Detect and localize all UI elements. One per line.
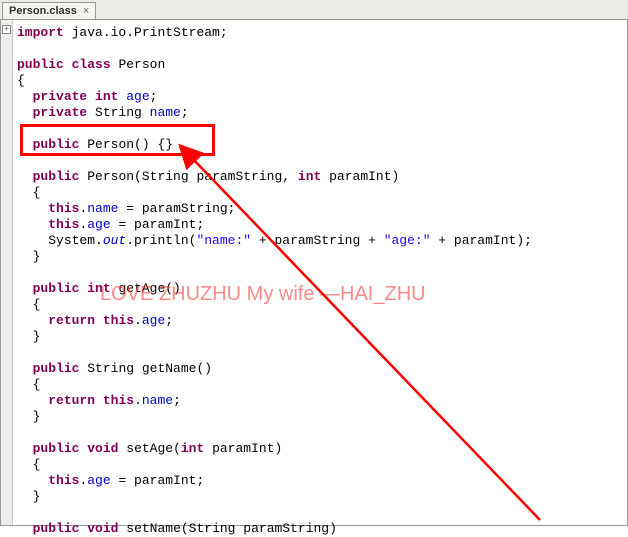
tab-label: Person.class [9, 5, 77, 17]
t: int [95, 89, 118, 104]
t: public [33, 169, 80, 184]
t: this [103, 393, 134, 408]
t: { [33, 377, 41, 392]
t: String [95, 105, 142, 120]
t: Person(String [87, 169, 188, 184]
t: int [298, 169, 321, 184]
t: .println( [126, 233, 196, 248]
t: out [103, 233, 126, 248]
t: return [48, 393, 95, 408]
t: } [33, 489, 41, 504]
t: + paramString + [251, 233, 384, 248]
t: private [33, 105, 88, 120]
t: import [17, 25, 64, 40]
t: + paramInt); [431, 233, 532, 248]
t: paramInt) [329, 169, 399, 184]
t: age [87, 217, 110, 232]
t: { [33, 457, 41, 472]
fold-icon[interactable]: + [2, 25, 11, 34]
t: this [48, 201, 79, 216]
t: public [33, 361, 80, 376]
t: age [142, 313, 165, 328]
t: name [150, 105, 181, 120]
t: { [17, 73, 25, 88]
t: System. [48, 233, 103, 248]
t: getAge() [118, 281, 180, 296]
t: { [33, 185, 41, 200]
t: "name:" [196, 233, 251, 248]
t: } [33, 329, 41, 344]
t: age [87, 473, 110, 488]
t: private [33, 89, 88, 104]
t: public [33, 521, 80, 536]
t: this [48, 473, 79, 488]
t: name [142, 393, 173, 408]
t: String getName() [87, 361, 212, 376]
t: this [103, 313, 134, 328]
t: = paramInt; [111, 217, 205, 232]
t: void [87, 441, 118, 456]
t: class [72, 57, 111, 72]
code-area[interactable]: import java.io.PrintStream; public class… [13, 20, 627, 525]
tab-person-class[interactable]: Person.class × [2, 2, 96, 19]
t: public [33, 137, 80, 152]
t: paramString, [196, 169, 290, 184]
close-icon[interactable]: × [83, 5, 89, 17]
t: void [87, 521, 118, 536]
t: = paramInt; [111, 473, 205, 488]
t: setName(String paramString) [126, 521, 337, 536]
t: public [33, 281, 80, 296]
t: java.io.PrintStream; [72, 25, 228, 40]
t: setAge( [126, 441, 181, 456]
t: Person() {} [87, 137, 173, 152]
t: { [33, 297, 41, 312]
t: name [87, 201, 118, 216]
t: age [126, 89, 149, 104]
gutter: + [1, 20, 13, 525]
t: public [33, 441, 80, 456]
t: int [181, 441, 204, 456]
t: Person [118, 57, 165, 72]
editor-wrapper: + import java.io.PrintStream; public cla… [0, 20, 628, 526]
t: this [48, 217, 79, 232]
t: "age:" [384, 233, 431, 248]
t: public [17, 57, 64, 72]
t: = paramString; [118, 201, 235, 216]
t: int [87, 281, 110, 296]
t: } [33, 409, 41, 424]
t: paramInt) [204, 441, 282, 456]
t: return [48, 313, 95, 328]
t: } [33, 249, 41, 264]
tab-bar: Person.class × [0, 0, 628, 20]
